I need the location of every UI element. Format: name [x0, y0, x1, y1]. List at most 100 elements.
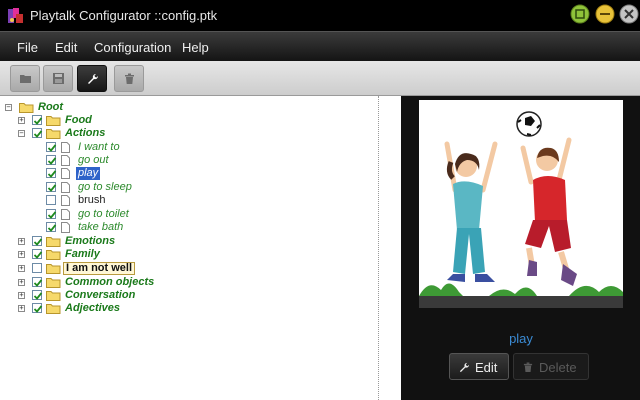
checkbox[interactable] [46, 155, 57, 165]
collapse-icon[interactable]: − [18, 130, 25, 137]
folder-icon [46, 250, 61, 260]
panel-divider [378, 96, 379, 400]
checkbox[interactable] [46, 209, 57, 219]
checkmark-icon [33, 238, 43, 246]
toolbar [0, 61, 640, 96]
expand-icon[interactable]: + [18, 305, 25, 312]
tree-item-label: go to sleep [78, 181, 132, 193]
expand-icon[interactable]: + [18, 117, 25, 124]
minimize-icon [570, 4, 590, 24]
minimize-button[interactable] [570, 4, 590, 24]
preview-image [419, 100, 623, 308]
checkbox[interactable] [46, 222, 57, 232]
checkmark-icon [33, 130, 43, 138]
tree-label-adjectives: Adjectives [65, 302, 121, 314]
checkbox[interactable] [32, 115, 43, 125]
menu-help[interactable]: Help [182, 40, 209, 55]
expand-icon[interactable]: + [18, 279, 25, 286]
expand-icon[interactable]: + [18, 265, 25, 272]
checkbox[interactable] [32, 128, 43, 138]
folder-icon [46, 116, 61, 126]
document-icon [61, 209, 70, 220]
trash-icon [125, 73, 134, 84]
document-icon [61, 155, 70, 166]
open-folder-icon [20, 75, 31, 83]
close-button[interactable] [619, 4, 639, 24]
folder-icon [46, 278, 61, 288]
checkbox[interactable] [46, 195, 56, 205]
save-button[interactable] [43, 65, 73, 92]
tree-label-emotions: Emotions [65, 235, 116, 247]
collapse-icon[interactable]: − [5, 104, 12, 111]
window-title: Playtalk Configurator ::config.ptk [30, 8, 218, 23]
tree-label-food: Food [65, 114, 92, 126]
folder-icon [46, 129, 61, 139]
checkbox[interactable] [32, 249, 43, 259]
title-bar: Playtalk Configurator ::config.ptk [0, 0, 640, 31]
menu-configuration[interactable]: Configuration [94, 40, 171, 55]
checkmark-icon [33, 279, 43, 287]
wrench-icon [459, 362, 470, 373]
delete-button[interactable]: Delete [513, 353, 589, 380]
document-icon [61, 168, 70, 179]
delete-button-label: Delete [539, 360, 577, 375]
checkmark-icon [47, 170, 57, 178]
configure-button[interactable] [77, 65, 107, 92]
folder-icon [46, 237, 61, 247]
preview-caption: play [509, 331, 533, 346]
document-icon [61, 195, 70, 206]
tree-item-label-selected: play [76, 167, 101, 180]
edit-button-label: Edit [475, 360, 498, 375]
expand-icon[interactable]: + [18, 251, 25, 258]
checkbox[interactable] [32, 303, 43, 313]
checkbox[interactable] [32, 263, 42, 273]
document-icon [61, 182, 70, 193]
tree-item-label: I want to [78, 141, 120, 153]
menu-edit[interactable]: Edit [55, 40, 77, 55]
folder-icon [46, 304, 61, 314]
children-playing-illustration [419, 100, 623, 308]
edit-button[interactable]: Edit [449, 353, 509, 380]
folder-icon [46, 291, 61, 301]
checkmark-icon [33, 251, 43, 259]
open-button[interactable] [10, 65, 40, 92]
checkmark-icon [33, 292, 43, 300]
folder-icon [46, 264, 61, 274]
maximize-button[interactable] [595, 4, 615, 24]
trash-icon [523, 362, 533, 373]
tree-label-family: Family [65, 248, 100, 260]
checkmark-icon [47, 157, 57, 165]
document-icon [61, 222, 70, 233]
tree-item-label: take bath [78, 221, 124, 233]
checkbox[interactable] [46, 182, 57, 192]
checkmark-icon [47, 224, 57, 232]
checkbox[interactable] [46, 168, 57, 178]
expand-icon[interactable]: + [18, 238, 25, 245]
tree-label-actions: Actions [65, 127, 106, 139]
expand-icon[interactable]: + [18, 292, 25, 299]
checkmark-icon [33, 117, 43, 125]
checkmark-icon [33, 305, 43, 313]
checkbox[interactable] [32, 290, 43, 300]
tree-label-conversation: Conversation [65, 289, 136, 301]
checkmark-icon [47, 184, 57, 192]
tree-item-label: go out [78, 154, 109, 166]
wrench-icon [88, 73, 99, 84]
maximize-icon [595, 4, 615, 24]
tree-item-label: brush [78, 194, 106, 206]
save-icon [53, 73, 64, 84]
checkbox[interactable] [32, 277, 43, 287]
menu-file[interactable]: File [17, 40, 38, 55]
folder-icon [19, 103, 34, 113]
delete-toolbar-button[interactable] [114, 65, 144, 92]
checkbox[interactable] [32, 236, 43, 246]
tree-label-not-well: I am not well [63, 262, 136, 275]
checkmark-icon [47, 211, 57, 219]
tree-label-root: Root [38, 101, 64, 113]
checkbox[interactable] [46, 142, 57, 152]
close-icon [619, 4, 639, 24]
checkmark-icon [47, 144, 57, 152]
app-logo-icon [8, 8, 23, 23]
menu-bar: File Edit Configuration Help [0, 31, 640, 61]
tree-label-common-objects: Common objects [65, 276, 155, 288]
